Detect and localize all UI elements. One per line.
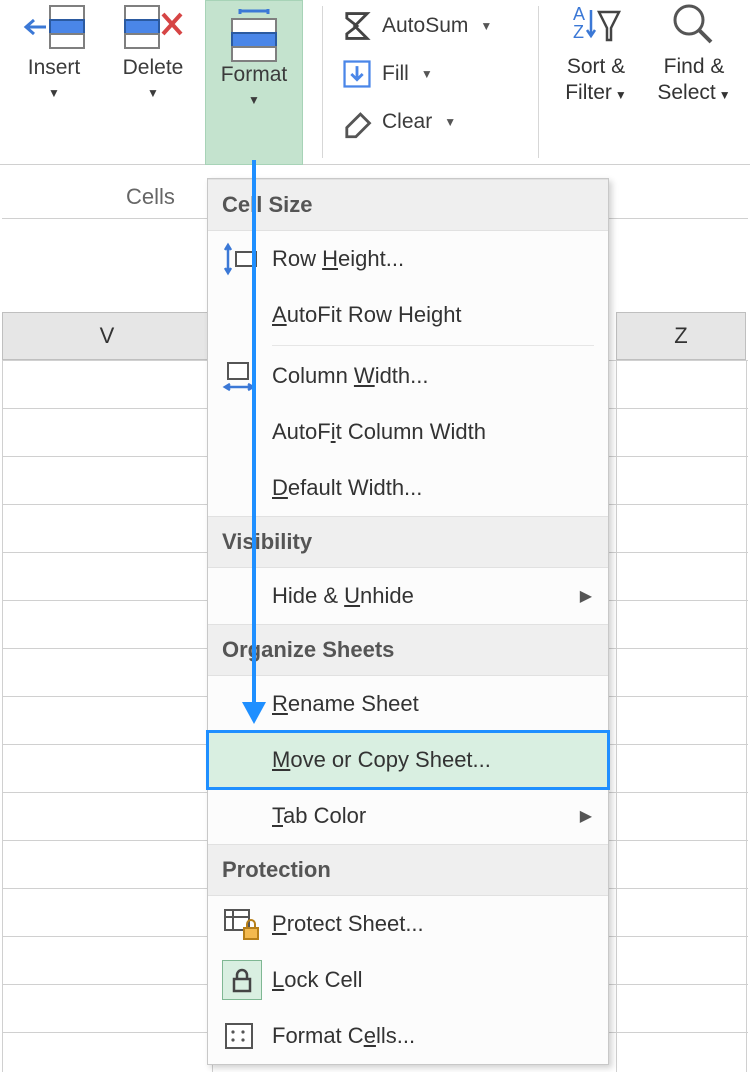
menu-item-row-height[interactable]: Row Height... (208, 231, 608, 287)
menu-item-default-width[interactable]: Default Width... (208, 460, 608, 516)
ribbon-separator (538, 6, 539, 158)
delete-dropdown-caret[interactable]: ▼ (110, 86, 196, 100)
menu-item-label: Column Width... (272, 363, 594, 389)
protect-sheet-icon (222, 904, 272, 944)
format-label: Format (206, 63, 302, 87)
menu-item-autofit-column-width[interactable]: AutoFit Column Width (208, 404, 608, 460)
sort-filter-label: Sort & Filter▼ (552, 54, 640, 108)
blank-icon (222, 468, 272, 508)
delete-label: Delete (110, 56, 196, 80)
menu-item-label: Rename Sheet (272, 691, 594, 717)
menu-item-label: Row Height... (272, 246, 594, 272)
menu-item-label: Tab Color (272, 803, 594, 829)
cells-group-label: Cells (126, 184, 175, 210)
insert-dropdown-caret[interactable]: ▼ (14, 86, 94, 100)
menu-item-rename-sheet[interactable]: Rename Sheet (208, 676, 608, 732)
menu-item-move-or-copy-sheet[interactable]: Move or Copy Sheet... (208, 732, 608, 788)
autosum-caret[interactable]: ▼ (480, 19, 492, 33)
menu-item-column-width[interactable]: Column Width... (208, 348, 608, 404)
lock-icon (222, 960, 262, 1000)
delete-cells-button[interactable]: Delete ▼ (110, 0, 196, 100)
format-dropdown-menu: Cell Size Row Height... AutoFit Row Heig… (207, 178, 609, 1065)
eraser-icon (340, 105, 374, 139)
column-width-icon (222, 356, 272, 396)
editing-group: AutoSum ▼ Fill ▼ Clear ▼ (340, 2, 492, 146)
menu-section-organize-sheets: Organize Sheets (208, 624, 608, 676)
svg-text:Z: Z (573, 22, 584, 42)
menu-item-lock-cell[interactable]: Lock Cell (208, 952, 608, 1008)
menu-item-protect-sheet[interactable]: Protect Sheet... (208, 896, 608, 952)
sigma-icon (340, 9, 374, 43)
menu-item-label: AutoFit Row Height (272, 302, 594, 328)
delete-cells-icon (121, 0, 185, 50)
column-header-z[interactable]: Z (616, 312, 746, 360)
format-cells-dialog-icon (222, 1016, 272, 1056)
submenu-arrow-icon: ▶ (580, 586, 592, 606)
ribbon-separator (322, 6, 323, 158)
fill-label: Fill (382, 62, 409, 86)
magnifier-icon (667, 0, 721, 50)
find-select-label: Find & Select▼ (648, 54, 740, 108)
insert-cells-icon (22, 0, 86, 50)
menu-item-tab-color[interactable]: Tab Color ▶ (208, 788, 608, 844)
menu-separator (272, 345, 594, 346)
menu-section-cell-size: Cell Size (208, 179, 608, 231)
svg-text:A: A (573, 4, 585, 24)
autosum-button[interactable]: AutoSum ▼ (340, 2, 492, 50)
menu-item-label: Format Cells... (272, 1023, 594, 1049)
submenu-arrow-icon: ▶ (580, 806, 592, 826)
blank-icon (222, 412, 272, 452)
menu-section-visibility: Visibility (208, 516, 608, 568)
row-height-icon (222, 239, 272, 279)
blank-icon (222, 576, 272, 616)
sort-filter-icon: A Z (569, 0, 623, 50)
annotation-arrow (252, 160, 256, 720)
clear-button[interactable]: Clear ▼ (340, 98, 492, 146)
column-header-v[interactable]: V (2, 312, 212, 360)
blank-icon (222, 796, 272, 836)
format-cells-icon (222, 7, 286, 57)
format-dropdown-caret[interactable]: ▼ (206, 93, 302, 107)
find-select-button[interactable]: Find & Select▼ (648, 0, 740, 108)
fill-caret[interactable]: ▼ (421, 67, 433, 81)
clear-label: Clear (382, 110, 432, 134)
menu-item-autofit-row-height[interactable]: AutoFit Row Height (208, 287, 608, 343)
insert-label: Insert (14, 56, 94, 80)
insert-cells-button[interactable]: Insert ▼ (14, 0, 94, 100)
menu-item-label: Lock Cell (272, 967, 594, 993)
blank-icon (222, 740, 272, 780)
blank-icon (222, 295, 272, 335)
fill-button[interactable]: Fill ▼ (340, 50, 492, 98)
menu-item-hide-unhide[interactable]: Hide & Unhide ▶ (208, 568, 608, 624)
menu-item-label: Move or Copy Sheet... (272, 747, 594, 773)
menu-item-label: AutoFit Column Width (272, 419, 594, 445)
menu-item-format-cells[interactable]: Format Cells... (208, 1008, 608, 1064)
autosum-label: AutoSum (382, 14, 468, 38)
menu-item-label: Hide & Unhide (272, 583, 594, 609)
fill-down-icon (340, 57, 374, 91)
menu-item-label: Protect Sheet... (272, 911, 594, 937)
clear-caret[interactable]: ▼ (444, 115, 456, 129)
menu-item-label: Default Width... (272, 475, 594, 501)
menu-section-protection: Protection (208, 844, 608, 896)
format-cells-button[interactable]: Format ▼ (205, 0, 303, 165)
sort-filter-button[interactable]: A Z Sort & Filter▼ (552, 0, 640, 108)
ribbon-section: Insert ▼ Delete ▼ Format (0, 0, 750, 165)
